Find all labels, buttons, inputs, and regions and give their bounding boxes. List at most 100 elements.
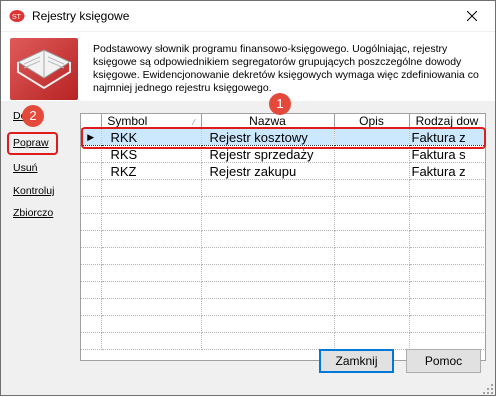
empty-cell — [334, 281, 410, 299]
empty-cell — [81, 298, 102, 316]
empty-cell — [409, 230, 485, 248]
empty-cell — [101, 247, 202, 265]
empty-cell — [409, 247, 485, 265]
sort-icon: ⁄ — [193, 118, 195, 127]
empty-cell — [201, 332, 335, 350]
description-text: Podstawowy słownik programu finansowo-ks… — [93, 43, 479, 94]
empty-cell — [81, 315, 102, 333]
empty-cell — [334, 179, 410, 197]
empty-cell — [201, 264, 335, 282]
sidebar-item-popraw[interactable]: Popraw — [13, 137, 49, 149]
app-logo-icon: ST — [9, 9, 25, 23]
empty-cell — [334, 196, 410, 214]
empty-cell — [334, 213, 410, 231]
column-header-indicator — [81, 114, 102, 129]
window-title: Rejestry księgowe — [32, 9, 130, 23]
sidebar-item-usun[interactable]: Usuń — [13, 162, 38, 174]
empty-cell — [81, 179, 102, 197]
empty-table-row — [81, 230, 485, 248]
empty-cell — [409, 213, 485, 231]
empty-cell — [101, 298, 202, 316]
svg-text:ST: ST — [12, 14, 22, 21]
empty-cell — [334, 315, 410, 333]
row-indicator — [81, 145, 102, 163]
column-header-rodzaj[interactable]: Rodzaj dow — [409, 114, 485, 129]
registers-table[interactable]: Symbol ⁄ Nazwa Opis Rodzaj dow ▶ RKK Reje… — [80, 113, 486, 361]
close-icon — [467, 11, 477, 21]
empty-cell — [101, 264, 202, 282]
empty-cell — [101, 213, 202, 231]
empty-cell — [201, 247, 335, 265]
empty-cell — [101, 179, 202, 197]
empty-table-row — [81, 264, 485, 282]
empty-cell — [334, 247, 410, 265]
pomoc-button[interactable]: Pomoc — [406, 349, 481, 373]
table-header-row: Symbol ⁄ Nazwa Opis Rodzaj dow — [81, 114, 485, 129]
empty-table-row — [81, 196, 485, 214]
empty-cell — [409, 196, 485, 214]
close-window-button[interactable] — [449, 1, 495, 31]
empty-cell — [81, 332, 102, 350]
empty-cell — [81, 264, 102, 282]
empty-cell — [101, 281, 202, 299]
empty-cell — [81, 213, 102, 231]
title-bar[interactable]: ST Rejestry księgowe — [1, 1, 495, 31]
empty-table-row — [81, 298, 485, 316]
zamknij-button[interactable]: Zamknij — [319, 349, 394, 373]
empty-cell — [409, 179, 485, 197]
cell-rodzaj: Faktura s — [409, 145, 485, 163]
empty-cell — [81, 247, 102, 265]
cell-rodzaj: Faktura z — [409, 128, 485, 146]
cell-opis — [334, 128, 410, 146]
empty-table-row — [81, 315, 485, 333]
column-header-opis[interactable]: Opis — [334, 114, 410, 129]
empty-table-row — [81, 247, 485, 265]
empty-cell — [81, 230, 102, 248]
empty-cell — [81, 196, 102, 214]
table-row[interactable]: RKS Rejestr sprzedaży Faktura s — [81, 145, 485, 163]
cell-nazwa: Rejestr zakupu — [201, 162, 335, 180]
empty-cell — [101, 332, 202, 350]
empty-cell — [334, 264, 410, 282]
empty-table-row — [81, 213, 485, 231]
empty-cell — [201, 230, 335, 248]
table-row[interactable]: RKZ Rejestr zakupu Faktura z — [81, 162, 485, 180]
sidebar-item-kontroluj[interactable]: Kontroluj — [13, 185, 54, 197]
empty-cell — [409, 298, 485, 316]
sidebar-item-zbiorczo[interactable]: Zbiorczo — [13, 207, 53, 219]
empty-table-row — [81, 332, 485, 350]
empty-cell — [201, 315, 335, 333]
empty-cell — [101, 196, 202, 214]
step-badge-1: 1 — [269, 93, 291, 115]
empty-cell — [81, 281, 102, 299]
row-pointer-icon: ▶ — [81, 128, 102, 146]
empty-table-row — [81, 179, 485, 197]
empty-cell — [101, 230, 202, 248]
empty-cell — [201, 196, 335, 214]
column-header-nazwa[interactable]: Nazwa — [201, 114, 335, 129]
table-row[interactable]: ▶ RKK Rejestr kosztowy Faktura z — [81, 128, 485, 146]
empty-cell — [334, 332, 410, 350]
empty-table-row — [81, 281, 485, 299]
resize-grip-icon[interactable] — [483, 383, 493, 394]
empty-cell — [334, 230, 410, 248]
empty-cell — [201, 298, 335, 316]
empty-cell — [409, 332, 485, 350]
cell-symbol: RKS — [101, 145, 202, 163]
row-indicator — [81, 162, 102, 180]
dialog-window: ST Rejestry księgowe Podstawowy słownik … — [0, 0, 496, 396]
column-header-symbol[interactable]: Symbol ⁄ — [101, 114, 202, 129]
empty-cell — [101, 315, 202, 333]
cell-opis — [334, 162, 410, 180]
empty-cell — [201, 213, 335, 231]
cell-symbol: RKK — [101, 128, 202, 146]
cell-nazwa: Rejestr sprzedaży — [201, 145, 335, 163]
cell-rodzaj: Faktura z — [409, 162, 485, 180]
dialog-body: Podstawowy słownik programu finansowo-ks… — [1, 32, 495, 395]
empty-cell — [409, 281, 485, 299]
empty-cell — [409, 264, 485, 282]
empty-cell — [409, 315, 485, 333]
cell-opis — [334, 145, 410, 163]
step-badge-2: 2 — [22, 105, 44, 127]
cell-nazwa: Rejestr kosztowy — [201, 128, 335, 146]
